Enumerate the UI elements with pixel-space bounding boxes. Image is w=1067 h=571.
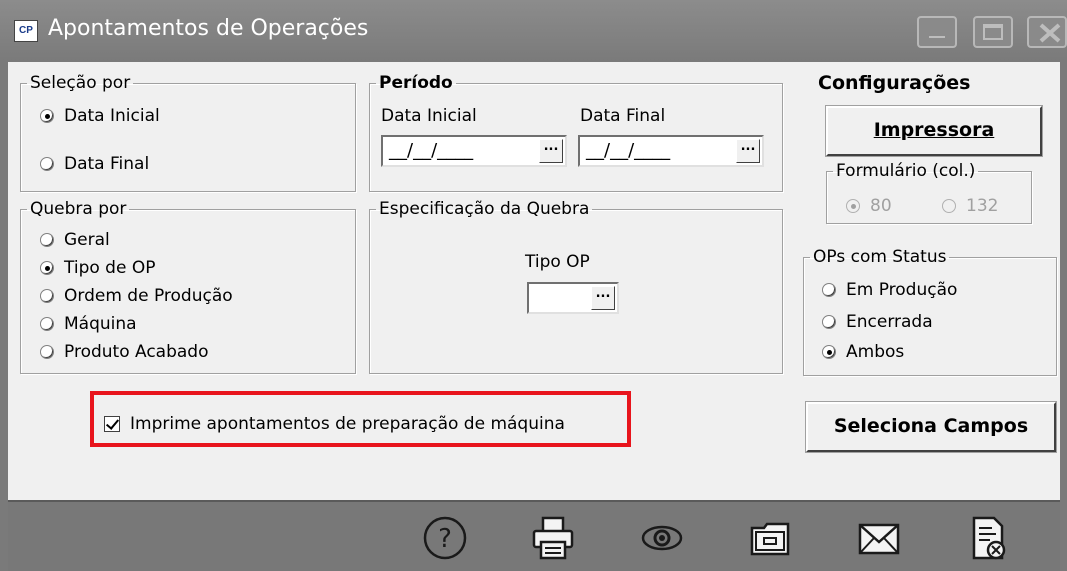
radio-dot <box>942 199 956 213</box>
radio-label: Encerrada <box>846 312 933 332</box>
radio-status-em-producao[interactable]: Em Produção <box>822 280 957 300</box>
window-border-left <box>0 62 8 571</box>
radio-label: Data Inicial <box>64 106 160 126</box>
imprime-apontamentos-checkbox[interactable]: Imprime apontamentos de preparação de má… <box>104 414 565 434</box>
radio-dot <box>822 283 836 297</box>
radio-label: Máquina <box>64 314 137 334</box>
radio-status-ambos[interactable]: Ambos <box>822 342 904 362</box>
configuracoes-title: Configurações <box>818 72 971 94</box>
window-title: Apontamentos de Operações <box>48 16 369 41</box>
radio-quebra-tipo-op[interactable]: Tipo de OP <box>40 258 155 278</box>
radio-selecao-data-final[interactable]: Data Final <box>40 154 149 174</box>
formulario-legend: Formulário (col.) <box>836 161 976 181</box>
radio-formulario-132[interactable]: 132 <box>942 196 998 216</box>
minimize-icon <box>929 36 945 38</box>
radio-dot <box>40 289 54 303</box>
app-icon: CP <box>14 20 38 42</box>
data-inicial-label: Data Inicial <box>381 106 477 126</box>
preview-icon[interactable] <box>638 514 686 562</box>
data-final-value: __/__/____ <box>586 140 671 161</box>
seleciona-campos-label: Seleciona Campos <box>833 415 1029 437</box>
minimize-button[interactable] <box>917 16 957 48</box>
radio-formulario-80[interactable]: 80 <box>846 196 892 216</box>
cancel-document-icon[interactable] <box>964 514 1012 562</box>
radio-dot <box>40 157 54 171</box>
help-icon[interactable]: ? <box>421 514 469 562</box>
close-icon <box>1039 23 1061 43</box>
radio-selecao-data-inicial[interactable]: Data Inicial <box>40 106 160 126</box>
radio-dot <box>40 109 54 123</box>
window-border-right <box>1059 62 1067 571</box>
radio-label: 80 <box>870 196 892 216</box>
periodo-group: Período <box>369 74 783 192</box>
help-glyph: ? <box>438 524 452 554</box>
checkbox-box <box>104 416 120 432</box>
tipo-op-field[interactable]: ... <box>527 282 619 314</box>
radio-label: Em Produção <box>846 280 958 300</box>
checkbox-label: Imprime apontamentos de preparação de má… <box>130 414 565 434</box>
tipo-op-picker-button[interactable]: ... <box>591 286 615 310</box>
radio-dot <box>822 315 836 329</box>
radio-dot <box>846 199 860 213</box>
especificacao-legend: Especificação da Quebra <box>379 199 590 219</box>
impressora-button-label: Impressora <box>873 119 995 141</box>
radio-dot <box>40 233 54 247</box>
radio-label: Data Final <box>64 154 150 174</box>
radio-label: Geral <box>64 230 110 250</box>
data-final-label: Data Final <box>580 106 666 126</box>
seleciona-campos-button[interactable]: Seleciona Campos <box>805 401 1057 453</box>
email-icon[interactable] <box>855 514 903 562</box>
quebra-por-legend: Quebra por <box>30 199 127 219</box>
printer-icon[interactable] <box>529 514 577 562</box>
selecao-por-legend: Seleção por <box>30 73 131 93</box>
radio-quebra-ordem-producao[interactable]: Ordem de Produção <box>40 286 233 306</box>
title-bar[interactable]: CP Apontamentos de Operações <box>0 0 1067 62</box>
radio-label: Ordem de Produção <box>64 286 233 306</box>
radio-label: Ambos <box>846 342 905 362</box>
dialog-window: CP Apontamentos de Operações Seleção por… <box>0 0 1067 571</box>
radio-label: Tipo de OP <box>64 258 156 278</box>
radio-quebra-maquina[interactable]: Máquina <box>40 314 137 334</box>
close-button[interactable] <box>1027 16 1067 48</box>
folder-icon[interactable] <box>746 514 794 562</box>
radio-quebra-geral[interactable]: Geral <box>40 230 110 250</box>
radio-dot <box>40 317 54 331</box>
data-final-field[interactable]: __/__/____ ... <box>578 135 764 167</box>
tipo-op-label: Tipo OP <box>525 252 590 272</box>
radio-dot <box>40 261 54 275</box>
periodo-legend: Período <box>379 73 453 93</box>
maximize-button[interactable] <box>973 16 1013 48</box>
radio-quebra-produto-acabado[interactable]: Produto Acabado <box>40 342 209 362</box>
radio-status-encerrada[interactable]: Encerrada <box>822 312 933 332</box>
data-inicial-field[interactable]: __/__/____ ... <box>381 135 567 167</box>
radio-label: 132 <box>966 196 999 216</box>
data-final-picker-button[interactable]: ... <box>736 139 760 163</box>
radio-label: Produto Acabado <box>64 342 209 362</box>
radio-dot <box>822 345 836 359</box>
data-inicial-value: __/__/____ <box>389 140 474 161</box>
status-legend: OPs com Status <box>813 247 947 267</box>
maximize-icon <box>983 24 1003 40</box>
radio-dot <box>40 345 54 359</box>
selecao-por-group: Seleção por <box>20 74 356 192</box>
impressora-button[interactable]: Impressora <box>825 105 1043 157</box>
data-inicial-picker-button[interactable]: ... <box>539 139 563 163</box>
